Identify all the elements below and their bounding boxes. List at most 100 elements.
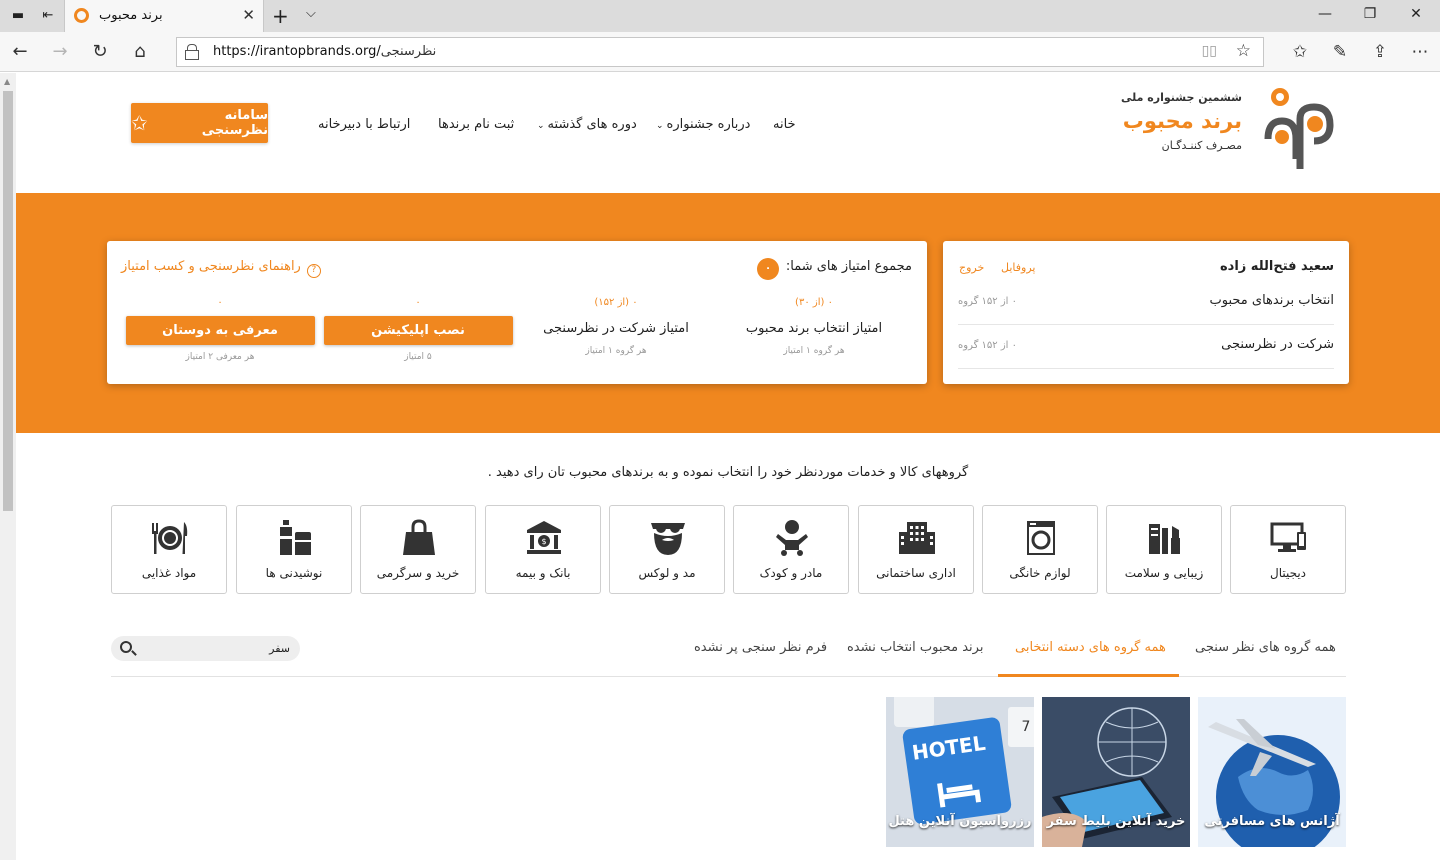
category-home-appliances[interactable]: لوازم خانگی bbox=[982, 505, 1098, 594]
address-bar[interactable]: https://irantopbrands.org/نظرسنجی ▯▯ ☆ bbox=[176, 37, 1264, 67]
category-label: مد و لوکس bbox=[638, 566, 696, 580]
svg-text:7: 7 bbox=[1022, 719, 1031, 735]
scrollbar-thumb[interactable] bbox=[3, 91, 13, 511]
set-aside-tabs-icon[interactable]: ⇤ bbox=[40, 8, 56, 24]
score-column: ۰ معرفی به دوستان هر معرفی ۲ امتیاز bbox=[125, 297, 315, 362]
washing-machine-icon bbox=[1027, 521, 1055, 555]
lock-icon bbox=[185, 44, 199, 60]
restore-icon[interactable]: ❐ bbox=[1360, 6, 1380, 22]
refresh-icon[interactable]: ↻ bbox=[88, 41, 112, 63]
category-label: دیجیتال bbox=[1269, 566, 1307, 580]
category-food[interactable]: مواد غذایی bbox=[111, 505, 227, 594]
pen-icon[interactable]: ✎ bbox=[1328, 41, 1352, 63]
favorite-star-icon[interactable]: ☆ bbox=[1236, 41, 1251, 61]
active-tab-underline bbox=[998, 674, 1179, 677]
search-input[interactable] bbox=[140, 639, 290, 658]
more-icon[interactable]: ⋯ bbox=[1408, 41, 1432, 63]
tab-actions-icon[interactable]: ▬ bbox=[10, 8, 26, 24]
scrollbar[interactable]: ▲ bbox=[0, 73, 16, 860]
building-icon bbox=[899, 522, 935, 554]
score-value: ۰ bbox=[217, 297, 223, 308]
score-column: ۰ (از ۱۵۲) امتیاز شرکت در نظرسنجی هر گرو… bbox=[521, 297, 711, 356]
tile-hotel-reservation[interactable]: 7 HOTEL رزرواسیون آنلاین هتل bbox=[886, 697, 1034, 847]
score-note: هر گروه ۱ امتیاز bbox=[783, 346, 845, 356]
category-label: خرید و سرگرمی bbox=[376, 566, 460, 580]
category-shopping-entertainment[interactable]: خرید و سرگرمی bbox=[360, 505, 476, 594]
score-value: ۰ (از ۳۰) bbox=[795, 297, 833, 308]
browser-tab[interactable]: برند محبوب ✕ bbox=[64, 0, 264, 32]
reading-view-icon[interactable]: ▯▯ bbox=[1202, 43, 1217, 59]
web-page: ششمین جشنواره ملی برند محبوب مصـرف کننـد… bbox=[16, 73, 1440, 860]
forward-icon[interactable]: → bbox=[48, 41, 72, 63]
score-card: مجموع امتیاز های شما: ۰ ?راهنمای نظرسنجی… bbox=[107, 241, 927, 384]
site-header: ششمین جشنواره ملی برند محبوب مصـرف کننـد… bbox=[16, 73, 1440, 193]
category-label: لوازم خانگی bbox=[1009, 566, 1071, 580]
tab-list-chevron-icon[interactable]: ⌵ bbox=[306, 6, 316, 21]
tab-selected-category-groups[interactable]: همه گروه های دسته انتخابی bbox=[1015, 640, 1166, 655]
logout-link[interactable]: خروج bbox=[959, 261, 984, 274]
logo-title[interactable]: برند محبوب bbox=[1076, 109, 1242, 133]
tile-travel-agencies[interactable]: آژانس های مسافرتی bbox=[1198, 697, 1346, 847]
tab-title: برند محبوب bbox=[99, 8, 163, 23]
nav-contact[interactable]: ارتباط با دبیرخانه bbox=[318, 117, 410, 132]
score-note: هر گروه ۱ امتیاز bbox=[585, 346, 647, 356]
close-window-icon[interactable]: ✕ bbox=[1406, 6, 1426, 22]
score-value: ۰ (از ۱۵۲) bbox=[594, 297, 638, 308]
home-icon[interactable]: ⌂ bbox=[128, 41, 152, 63]
category-drinks[interactable]: نوشیدنی ها bbox=[236, 505, 352, 594]
tab-all-groups[interactable]: همه گروه های نظر سنجی bbox=[1195, 640, 1336, 655]
favicon-icon bbox=[74, 8, 89, 23]
star-icon: ✩ bbox=[131, 111, 148, 135]
fashion-icon bbox=[651, 523, 685, 555]
back-icon[interactable]: ← bbox=[8, 41, 32, 63]
user-stat-count: ۰ از ۱۵۲ گروه bbox=[958, 340, 1017, 351]
minimize-icon[interactable]: — bbox=[1315, 6, 1335, 22]
close-tab-icon[interactable]: ✕ bbox=[242, 6, 255, 24]
survey-system-button[interactable]: سامانه نظرسنجی ✩ bbox=[131, 103, 268, 143]
tile-label: خرید آنلاین بلیط سفر bbox=[1046, 814, 1186, 829]
category-bank-insurance[interactable]: $ بانک و بیمه bbox=[485, 505, 601, 594]
new-tab-icon[interactable]: + bbox=[272, 4, 289, 28]
search-icon[interactable] bbox=[120, 641, 132, 653]
scroll-up-icon[interactable]: ▲ bbox=[4, 77, 10, 86]
refer-friends-button[interactable]: معرفی به دوستان bbox=[125, 316, 315, 345]
category-label: مادر و کودک bbox=[759, 566, 823, 580]
tab-unselected-brand[interactable]: برند محبوب انتخاب نشده bbox=[847, 640, 983, 655]
category-digital[interactable]: دیجیتال bbox=[1230, 505, 1346, 594]
install-app-button[interactable]: نصب اپلیکیشن bbox=[323, 316, 513, 345]
total-score-label: مجموع امتیاز های شما: bbox=[785, 259, 912, 274]
browser-nav-bar: ← → ↻ ⌂ https://irantopbrands.org/نظرسنج… bbox=[0, 32, 1440, 72]
category-label: بانک و بیمه bbox=[515, 566, 571, 580]
category-office-building[interactable]: اداری ساختمانی bbox=[858, 505, 974, 594]
tile-label: رزرواسیون آنلاین هتل bbox=[888, 814, 1032, 829]
logo-subtitle: مصـرف کننـدگـان bbox=[1161, 139, 1242, 152]
category-fashion-luxury[interactable]: مد و لوکس bbox=[609, 505, 725, 594]
user-stat-row: شرکت در نظرسنجی ۰ از ۱۵۲ گروه bbox=[958, 329, 1334, 369]
category-beauty[interactable]: زیبایی و سلامت bbox=[1106, 505, 1222, 594]
profile-link[interactable]: پروفایل bbox=[1001, 261, 1035, 274]
chevron-down-icon: ⌄ bbox=[656, 121, 664, 131]
nav-past-periods[interactable]: دوره های گذشته⌄ bbox=[537, 117, 637, 132]
nav-about[interactable]: درباره جشنواره⌄ bbox=[656, 117, 750, 132]
tile-online-ticket[interactable]: خرید آنلاین بلیط سفر bbox=[1042, 697, 1190, 847]
nav-register-brands[interactable]: ثبت نام برندها bbox=[438, 117, 514, 132]
baby-icon bbox=[776, 520, 808, 556]
score-name: امتیاز انتخاب برند محبوب bbox=[745, 321, 883, 336]
bank-icon: $ bbox=[527, 521, 561, 554]
survey-guide-link[interactable]: ?راهنمای نظرسنجی و کسب امتیاز bbox=[121, 259, 321, 278]
share-icon[interactable]: ⇪ bbox=[1368, 41, 1392, 63]
chevron-down-icon: ⌄ bbox=[537, 121, 545, 131]
tab-unfilled-survey[interactable]: فرم نظر سنجی پر نشده bbox=[694, 640, 827, 655]
nav-home[interactable]: خانه bbox=[773, 117, 796, 132]
survey-system-label: سامانه نظرسنجی bbox=[201, 108, 268, 138]
drinks-icon bbox=[280, 520, 311, 555]
browser-tab-bar: ▬ ⇤ برند محبوب ✕ + ⌵ — ❐ ✕ bbox=[0, 0, 1440, 32]
logo-tagline: ششمین جشنواره ملی bbox=[1121, 91, 1242, 104]
svg-text:$: $ bbox=[541, 537, 546, 546]
category-mother-child[interactable]: مادر و کودک bbox=[733, 505, 849, 594]
favorites-icon[interactable]: ✩ bbox=[1288, 41, 1312, 63]
user-stat-label: شرکت در نظرسنجی bbox=[1221, 337, 1334, 352]
category-label: اداری ساختمانی bbox=[876, 566, 956, 580]
user-stat-count: ۰ از ۱۵۲ گروه bbox=[958, 296, 1017, 307]
logo-mark-icon[interactable] bbox=[1260, 79, 1340, 169]
